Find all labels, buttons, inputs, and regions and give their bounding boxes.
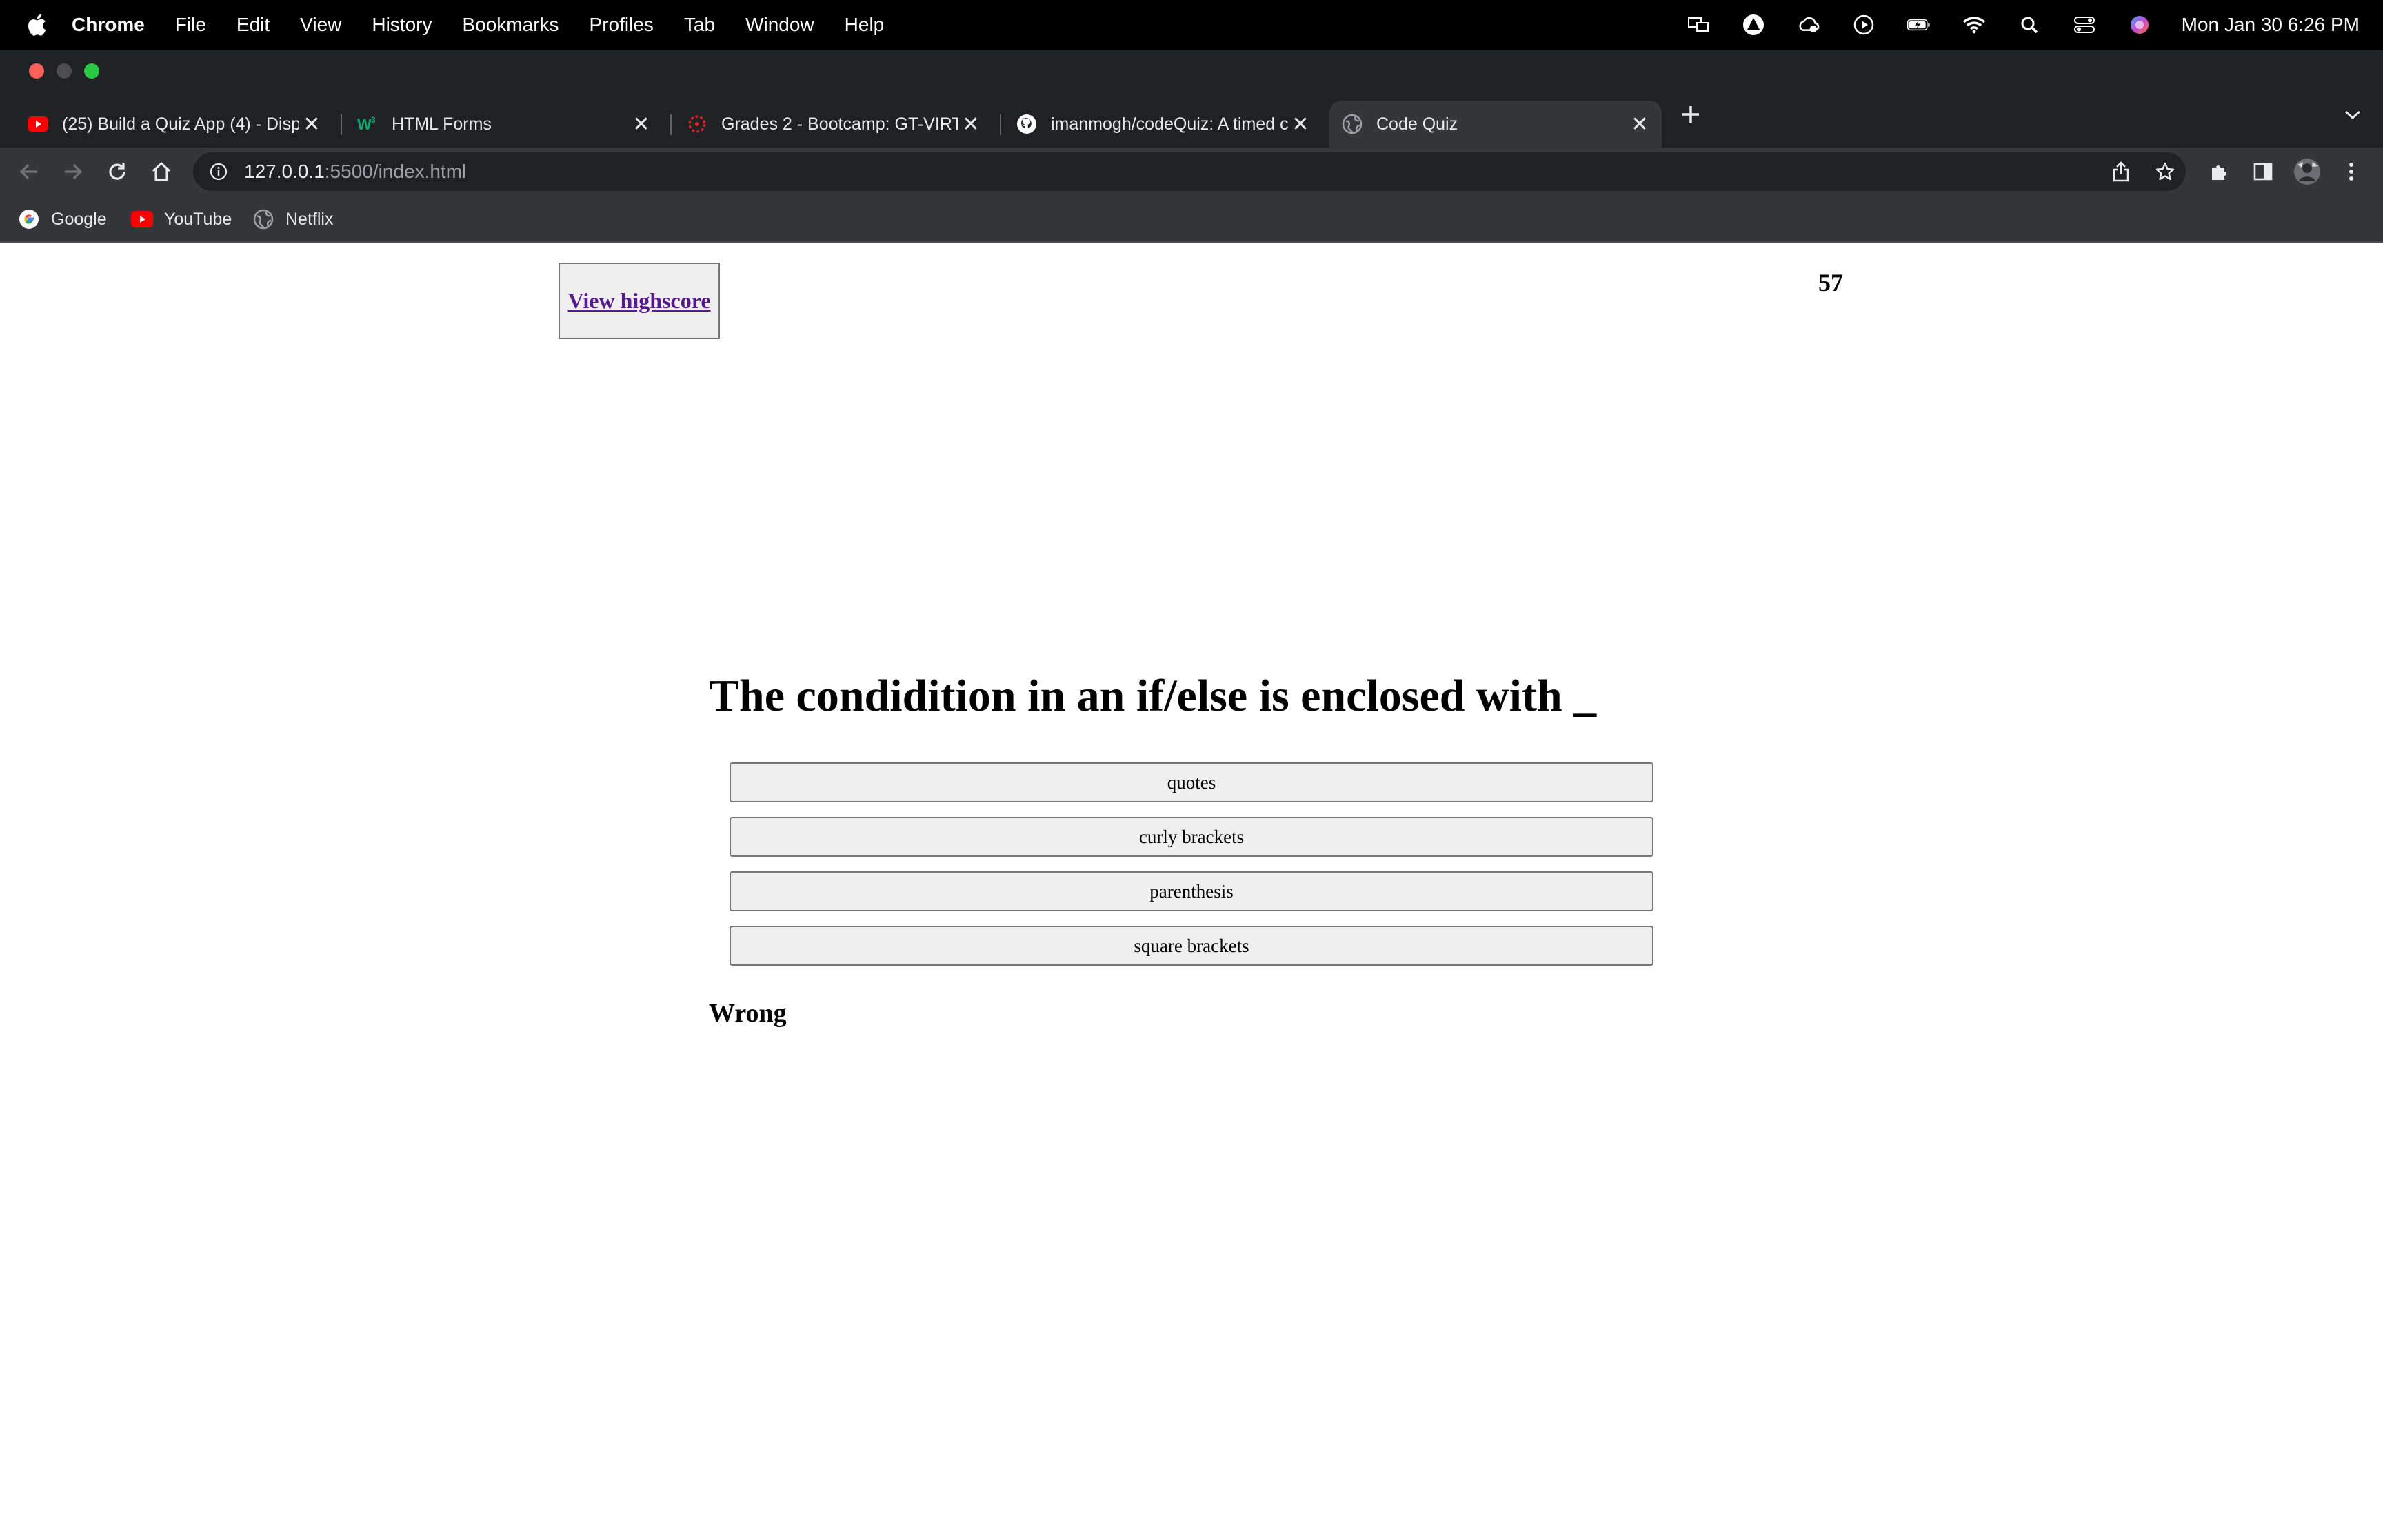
- profile-avatar[interactable]: [2292, 156, 2322, 187]
- tab-separator: [341, 114, 342, 135]
- globe-icon: [1342, 114, 1363, 134]
- globe-icon: [252, 208, 274, 230]
- menu-help[interactable]: Help: [845, 14, 885, 36]
- tab-separator: [1000, 114, 1001, 135]
- battery-icon[interactable]: [1907, 13, 1931, 37]
- url-host: 127.0.0.1: [244, 161, 325, 182]
- close-icon[interactable]: ✕: [629, 112, 654, 136]
- canvas-icon: [687, 114, 707, 134]
- tab-github-codequiz[interactable]: imanmogh/codeQuiz: A timed c ✕: [1004, 101, 1323, 148]
- tab-title: Grades 2 - Bootcamp: GT-VIRT: [721, 114, 958, 134]
- menu-tab[interactable]: Tab: [684, 14, 715, 36]
- minimize-window-button[interactable]: [57, 63, 72, 79]
- spotlight-search-icon[interactable]: [2018, 13, 2041, 37]
- svg-text:3: 3: [371, 116, 376, 125]
- share-icon[interactable]: [2107, 158, 2135, 185]
- bookmark-youtube[interactable]: YouTube: [131, 205, 232, 233]
- url-path: :5500/index.html: [324, 161, 467, 182]
- menu-view[interactable]: View: [300, 14, 341, 36]
- menu-window[interactable]: Window: [745, 14, 814, 36]
- view-highscore-button[interactable]: View highscore: [559, 263, 720, 339]
- extensions-puzzle-icon[interactable]: [2204, 156, 2234, 187]
- more-vertical-icon[interactable]: [2336, 156, 2366, 187]
- google-icon: [18, 208, 40, 230]
- bookmark-label: Google: [51, 209, 107, 229]
- browser-toolbar: 127.0.0.1:5500/index.html: [0, 148, 2383, 196]
- home-icon[interactable]: [146, 156, 177, 187]
- bookmarks-bar: Google YouTube Netflix: [0, 196, 2383, 243]
- tab-strip: (25) Build a Quiz App (4) - Disp ✕ W3 HT…: [0, 91, 2383, 148]
- menu-edit[interactable]: Edit: [237, 14, 270, 36]
- macos-menu-bar: Chrome File Edit View History Bookmarks …: [0, 0, 2383, 50]
- youtube-icon: [28, 114, 48, 134]
- bookmark-google[interactable]: Google: [18, 205, 107, 233]
- forward-arrow-icon[interactable]: [58, 156, 88, 187]
- answer-button-parenthesis[interactable]: parenthesis: [730, 871, 1653, 911]
- question-text: The condidition in an if/else is enclose…: [709, 671, 1597, 721]
- timer-countdown: 57: [1818, 269, 1843, 296]
- side-panel-icon[interactable]: [2248, 156, 2278, 187]
- play-icon[interactable]: [1852, 13, 1876, 37]
- chevron-down-icon[interactable]: [2339, 101, 2366, 128]
- svg-text:W: W: [357, 116, 372, 132]
- site-info-icon[interactable]: [208, 161, 229, 182]
- menubar-clock[interactable]: Mon Jan 30 6:26 PM: [2182, 14, 2360, 36]
- address-bar[interactable]: 127.0.0.1:5500/index.html: [193, 152, 2186, 191]
- siri-icon[interactable]: [2128, 13, 2151, 37]
- url-text: 127.0.0.1:5500/index.html: [244, 161, 466, 183]
- vpn-icon[interactable]: [1742, 13, 1765, 37]
- page-content: View highscore 57 The condidition in an …: [0, 243, 2383, 1540]
- tab-code-quiz[interactable]: Code Quiz ✕: [1329, 101, 1662, 148]
- wifi-icon[interactable]: [1962, 13, 1986, 37]
- bookmark-star-icon[interactable]: [2151, 158, 2179, 185]
- display-icon[interactable]: [1687, 13, 1710, 37]
- bookmark-label: Netflix: [285, 209, 334, 229]
- control-center-icon[interactable]: [2073, 13, 2096, 37]
- tab-title: HTML Forms: [392, 114, 492, 134]
- menu-chrome[interactable]: Chrome: [72, 14, 145, 36]
- answer-button-quotes[interactable]: quotes: [730, 762, 1653, 802]
- tab-grades[interactable]: Grades 2 - Bootcamp: GT-VIRT ✕: [674, 101, 993, 148]
- menu-bookmarks[interactable]: Bookmarks: [462, 14, 559, 36]
- youtube-icon: [131, 208, 153, 230]
- new-tab-plus-icon[interactable]: [1677, 101, 1705, 128]
- tab-title: imanmogh/codeQuiz: A timed c: [1051, 114, 1288, 134]
- bookmark-label: YouTube: [164, 209, 232, 229]
- window-title-bar: [0, 50, 2383, 91]
- close-window-button[interactable]: [29, 63, 44, 79]
- zoom-window-button[interactable]: [84, 63, 99, 79]
- close-icon[interactable]: ✕: [299, 112, 324, 136]
- menu-history[interactable]: History: [372, 14, 432, 36]
- close-icon[interactable]: ✕: [1288, 112, 1313, 136]
- tab-title: (25) Build a Quiz App (4) - Disp: [62, 114, 299, 134]
- view-highscore-link[interactable]: View highscore: [567, 288, 710, 314]
- bookmark-netflix[interactable]: Netflix: [252, 205, 333, 233]
- tab-quiz-app-video[interactable]: (25) Build a Quiz App (4) - Disp ✕: [15, 101, 334, 148]
- menu-file[interactable]: File: [175, 14, 206, 36]
- tab-title: Code Quiz: [1376, 114, 1458, 134]
- close-icon[interactable]: ✕: [958, 112, 983, 136]
- tab-separator: [670, 114, 672, 135]
- back-arrow-icon[interactable]: [14, 156, 44, 187]
- close-icon[interactable]: ✕: [1627, 112, 1652, 136]
- menu-profiles[interactable]: Profiles: [590, 14, 654, 36]
- answer-button-curly-brackets[interactable]: curly brackets: [730, 817, 1653, 857]
- answer-button-square-brackets[interactable]: square brackets: [730, 926, 1653, 966]
- reload-icon[interactable]: [102, 156, 132, 187]
- answer-feedback: Wrong: [709, 999, 787, 1028]
- w3schools-icon: W3: [357, 114, 378, 134]
- apple-menu-icon[interactable]: [26, 13, 47, 37]
- tab-html-forms[interactable]: W3 HTML Forms ✕: [345, 101, 663, 148]
- cloud-icon[interactable]: [1797, 13, 1820, 37]
- github-icon: [1016, 114, 1037, 134]
